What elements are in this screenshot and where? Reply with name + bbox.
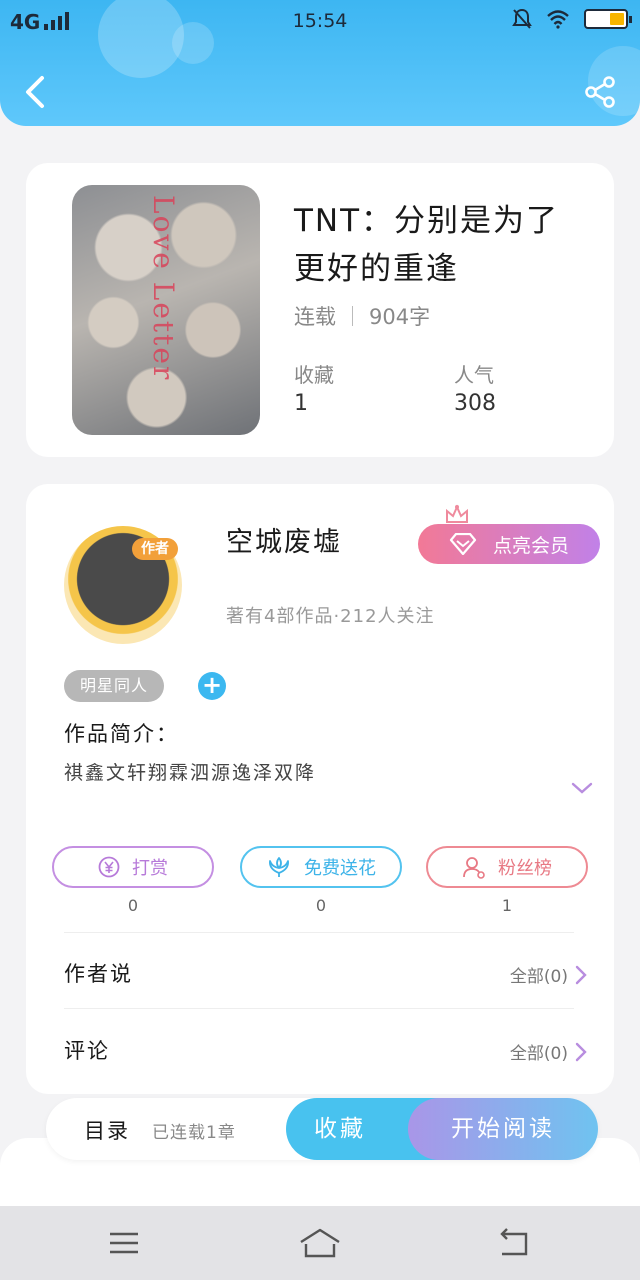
flower-count: 0 [315,896,327,915]
genre-tag[interactable]: 明星同人 [64,670,165,702]
read-bar: 目录 已连载1章 收藏 开始阅读 [46,1098,598,1160]
chevron-right-icon [575,1042,587,1061]
chevron-down-icon [571,782,593,794]
share-icon [585,76,615,108]
comments-count: 全部(0) [509,1044,568,1064]
intro-text: 祺鑫文轩翔霖泗源逸泽双降 [64,762,317,784]
book-meta: 连载 904字 [294,301,430,331]
toc-button[interactable]: 目录 [84,1115,130,1145]
comments-label: 评论 [64,1039,110,1063]
mute-icon [512,8,532,29]
diamond-icon [449,533,477,555]
author-card: 作者 空城废墟 著有4部作品·212人关注 点亮会员 明星同人 + 作品简介： … [26,484,614,1094]
vip-button[interactable]: 点亮会员 [418,524,600,564]
yuan-coin-icon [98,856,120,878]
send-flower-button[interactable]: 免费送花 [240,846,402,888]
wifi-icon [547,10,569,29]
author-says-count: 全部(0) [509,967,568,987]
send-flower-label: 免费送花 [304,858,376,879]
back-icon [500,1228,528,1256]
popularity-label: 人气 [454,363,494,387]
reward-label: 打赏 [132,858,168,879]
intro-label: 作品简介： [64,722,179,746]
status-bar: 4G 15:54 [0,0,640,42]
vip-button-label: 点亮会员 [492,534,569,557]
fans-ranking-button[interactable]: 粉丝榜 [426,846,588,888]
user-icon [463,857,485,879]
menu-button[interactable] [106,1226,142,1260]
reward-count: 0 [127,896,139,915]
book-status: 连载 [294,305,336,329]
cover-title-art: Love Letter [147,195,180,382]
home-icon [300,1228,340,1258]
flower-icon [269,857,289,877]
start-reading-button[interactable]: 开始阅读 [408,1098,598,1160]
menu-icon [110,1232,138,1254]
book-cover[interactable]: Love Letter [72,185,260,435]
system-back-button[interactable] [496,1226,532,1260]
book-info-card: Love Letter TNT：分别是为了更好的重逢 连载 904字 收藏 1 … [26,163,614,457]
book-title: TNT：分别是为了更好的重逢 [294,203,560,287]
home-button[interactable] [298,1226,342,1260]
chevron-right-icon [575,965,587,984]
book-word-count: 904字 [369,305,431,329]
crown-icon [446,504,468,523]
author-info: 著有4部作品·212人关注 [226,606,435,627]
expand-intro-button[interactable] [570,776,594,800]
favorites-label: 收藏 [294,363,334,387]
fans-ranking-label: 粉丝榜 [498,858,552,879]
back-button[interactable] [18,72,54,112]
fans-count: 1 [501,896,513,915]
author-badge: 作者 [132,538,178,560]
chevron-left-icon [26,76,44,108]
author-says-more[interactable]: 全部(0) [510,962,588,987]
status-icons [512,8,632,30]
share-button[interactable] [582,74,618,110]
popularity-value: 308 [454,391,496,416]
battery-icon [584,9,632,29]
system-nav-bar [0,1206,640,1280]
plus-icon: + [201,671,223,699]
divider [64,1008,574,1009]
meta-divider [352,306,353,326]
reward-button[interactable]: 打赏 [52,846,214,888]
header: 4G 15:54 [0,0,640,126]
toc-status: 已连载1章 [152,1123,236,1143]
comments-more[interactable]: 全部(0) [510,1039,588,1064]
favorites-value: 1 [294,391,308,416]
add-tag-button[interactable]: + [198,672,226,700]
author-avatar-area[interactable]: 作者 [40,518,206,644]
author-says-label: 作者说 [64,962,133,986]
author-name[interactable]: 空城废墟 [226,520,342,559]
divider [64,932,574,933]
